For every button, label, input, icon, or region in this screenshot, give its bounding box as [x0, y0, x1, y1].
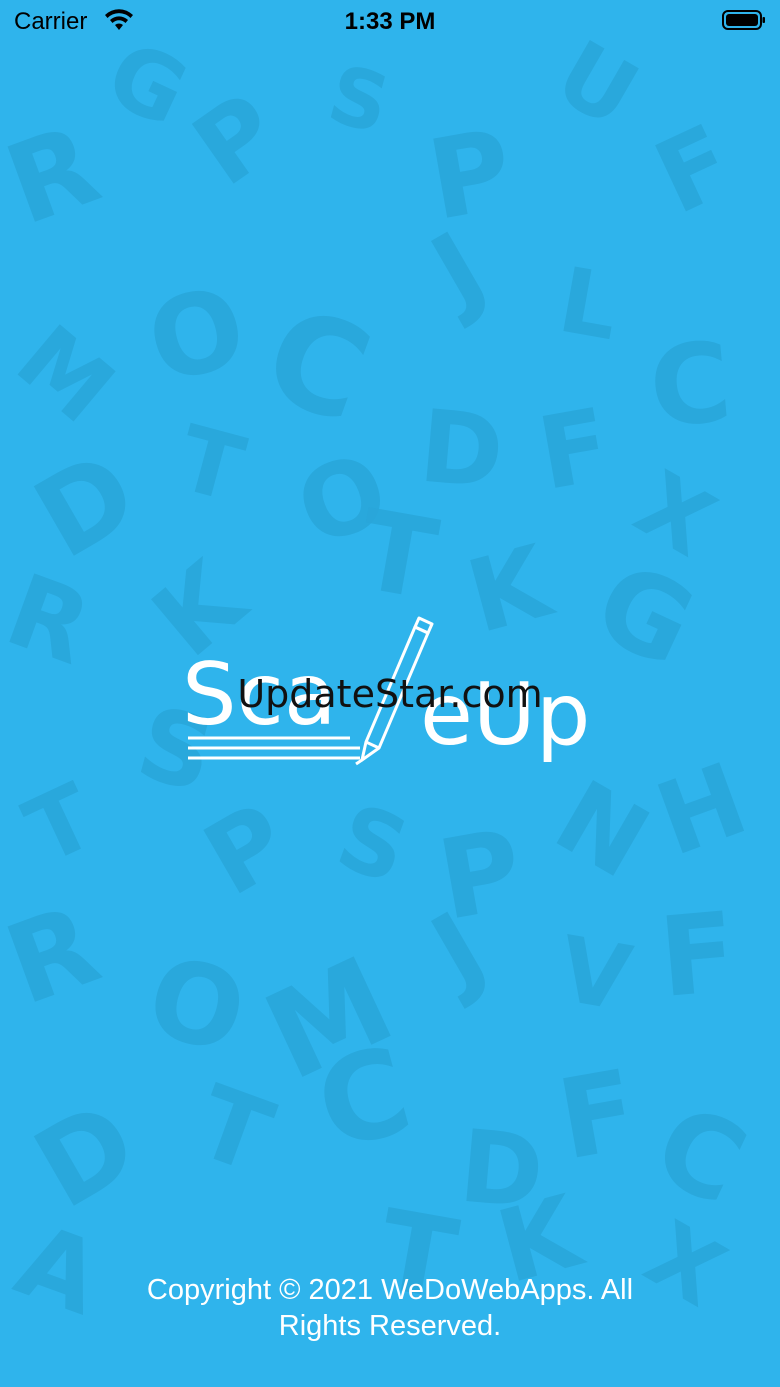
status-time: 1:33 PM: [344, 8, 436, 35]
status-bar: Carrier 1:33 PM: [0, 0, 780, 44]
battery-icon: [722, 10, 766, 30]
watermark-text: UpdateStar.com: [237, 672, 543, 716]
copyright-text: Copyright © 2021 WeDoWebApps. All Rights…: [146, 1274, 634, 1342]
